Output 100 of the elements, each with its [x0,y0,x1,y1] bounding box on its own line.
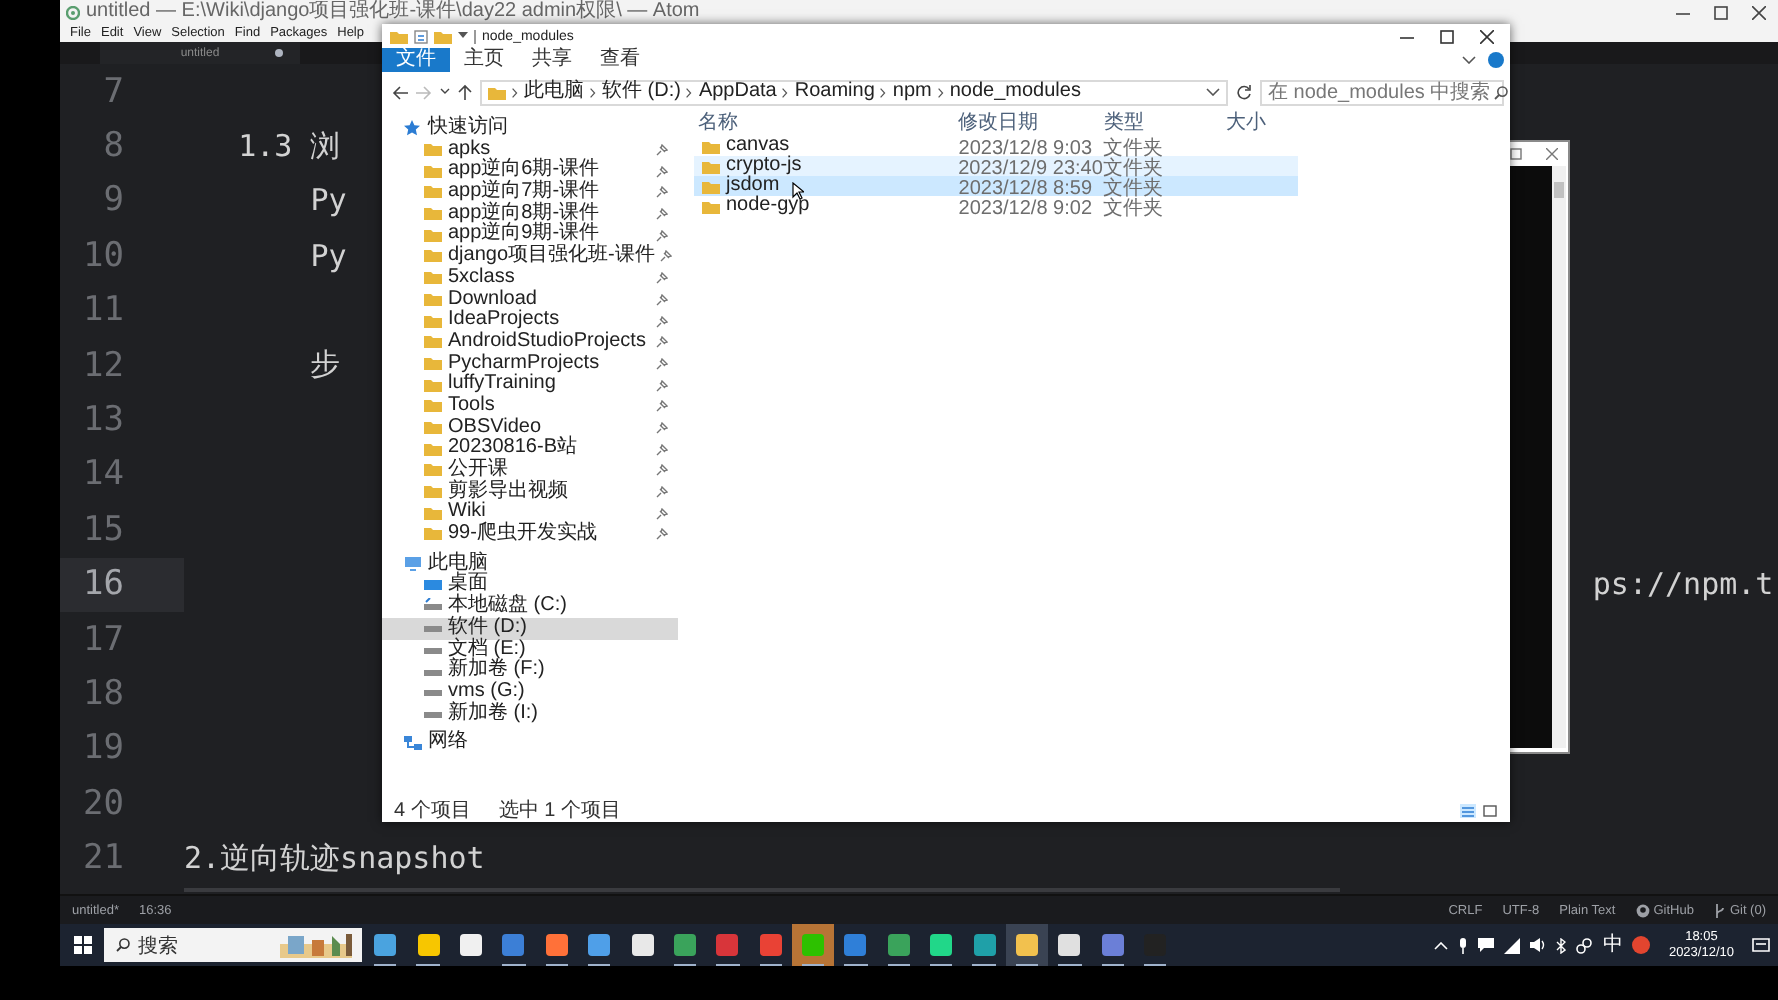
pin-icon [656,464,668,477]
file-row[interactable]: canvas 2023/12/8 9:03 文件夹 [694,136,1298,156]
line-number: 7 [103,71,124,112]
file-row[interactable]: jsdom 2023/12/8 8:59 文件夹 [694,176,1298,196]
ribbon-tab[interactable]: 主页 [450,48,518,72]
close-icon[interactable] [1480,29,1494,43]
vertical-scrollbar[interactable] [1552,166,1566,748]
modified-date: 2023/12/8 9:02 [958,198,1093,220]
up-arrow-icon[interactable] [458,84,472,100]
refresh-icon[interactable] [1236,84,1252,100]
breadcrumb-item[interactable]: 此电脑 [524,80,584,104]
ribbon-tab[interactable]: 查看 [586,48,654,72]
sidebar-item[interactable]: vms (G:) [382,681,678,704]
search-icon [1494,85,1509,99]
file-row[interactable]: node-gyp 2023/12/8 9:02 文件夹 [694,196,1298,216]
taskbar-button[interactable] [791,924,835,966]
pin-icon [656,357,668,370]
maximize-icon[interactable] [1510,147,1522,159]
window-title: untitled — E:\Wiki\django项目强化班-课件\day22 admin权限\ — Atom [86,0,700,24]
sidebar-item[interactable]: 网络 [382,732,678,754]
sidebar-item[interactable]: app逆向7期-课件 [382,182,678,204]
modified-dot-icon [274,48,284,58]
taskbar-button[interactable] [1005,924,1049,966]
search-field[interactable]: 在 node_modules 中搜索 [1260,79,1504,105]
column-header[interactable]: 大小 [1222,110,1298,138]
chevron-right-icon [686,87,693,97]
bluetooth-icon[interactable] [1556,937,1567,953]
column-header[interactable]: 名称 [694,110,954,138]
input-method-icon[interactable] [1632,936,1651,954]
address-bar[interactable]: 此电脑 软件 (D:) AppData Roaming npm node_modules [480,79,1228,105]
chevron-right-icon [590,87,596,97]
file-name: crypto-js [726,156,802,176]
column-header[interactable]: 类型 [1100,110,1222,138]
file-row[interactable]: crypto-js 2023/12/9 23:40文件夹 [694,156,1298,176]
sidebar-item[interactable]: 软件 (D:) [382,617,678,639]
caret-icon[interactable] [440,88,450,96]
sidebar-item[interactable]: 公开课 [382,460,678,482]
line-number: 8 [103,126,124,167]
code-line: 2.逆向轨迹snapshot [184,839,485,878]
microphone-icon[interactable] [1458,937,1469,953]
sidebar-item[interactable]: 99-爬虫开发实战 [382,524,678,546]
chat-icon[interactable] [1478,938,1495,952]
volume-icon[interactable] [1530,938,1547,952]
help-icon[interactable] [1488,52,1504,68]
maximize-icon[interactable] [1714,5,1728,19]
item-count: 4 个项目 [394,800,471,822]
input-method-indicator[interactable]: 中 [1602,933,1623,957]
sidebar-item[interactable]: PycharmProjects [382,353,678,375]
code-line: Py [310,237,347,274]
tiles-view-icon[interactable] [1482,804,1498,818]
sidebar-item[interactable]: AndroidStudioProjects [382,331,678,354]
breadcrumb-item[interactable]: 软件 (D:) [602,80,681,104]
link-icon[interactable] [1576,937,1593,953]
breadcrumb-item[interactable]: node_modules [949,80,1081,104]
chevron-right-icon [782,87,789,97]
code-line: 1.3 浏 [238,127,341,166]
breadcrumb-item[interactable]: Roaming [794,80,875,104]
search-field[interactable]: 搜索 [104,928,362,962]
pin-icon [656,272,668,285]
close-icon[interactable] [1752,5,1766,19]
properties-icon[interactable] [414,29,428,43]
chevron-down-icon[interactable] [1206,88,1220,96]
breadcrumb-item[interactable]: npm [892,80,932,104]
file-name: node-gyp [726,196,810,216]
chevron-up-icon[interactable] [1434,941,1449,949]
chevron-down-icon[interactable] [1462,56,1476,64]
sidebar-item[interactable]: luffyTraining [382,374,678,396]
sidebar-item[interactable]: 剪影导出视频 [382,481,678,503]
notification-icon[interactable] [1752,937,1770,953]
back-arrow-icon[interactable] [392,85,408,99]
network-icon[interactable] [1504,937,1521,953]
sidebar-item[interactable]: 快速访问 [382,118,678,140]
ribbon-tab[interactable]: 共享 [518,48,586,72]
sidebar-item[interactable]: 新加卷 (I:) [382,703,678,725]
modified-date: 2023/12/8 8:59 [958,178,1093,200]
line-number: 14 [83,454,124,495]
code-line: Py [310,182,347,219]
pin-icon [656,186,668,199]
sidebar-item[interactable]: Tools [382,395,678,418]
atom-logo-icon [66,5,80,19]
sidebar-item[interactable]: 20230816-B站 [382,438,678,460]
network-icon [404,735,422,752]
windows-logo-icon[interactable] [73,936,91,954]
ribbon-tab[interactable]: 文件 [382,48,450,72]
breadcrumb-item[interactable]: AppData [698,80,777,104]
line-number: 21 [83,838,124,879]
pin-icon [656,293,668,306]
maximize-icon[interactable] [1440,29,1454,43]
column-header[interactable]: 修改日期 [954,110,1100,138]
sidebar-item[interactable]: IdeaProjects [382,310,678,332]
sidebar-item[interactable]: 本地磁盘 (C:) [382,596,678,618]
pin-icon [656,165,668,178]
sidebar-item[interactable]: 新加卷 (F:) [382,660,678,682]
sidebar-item[interactable]: 5xclass [382,267,678,289]
code-line: 步 [310,346,341,385]
sidebar-item[interactable]: django项目强化班-课件 [382,246,678,268]
file-name: jsdom [726,176,780,196]
line-number: 19 [83,728,124,769]
sidebar-item[interactable]: Download [382,289,678,311]
line-number: 10 [83,235,124,276]
